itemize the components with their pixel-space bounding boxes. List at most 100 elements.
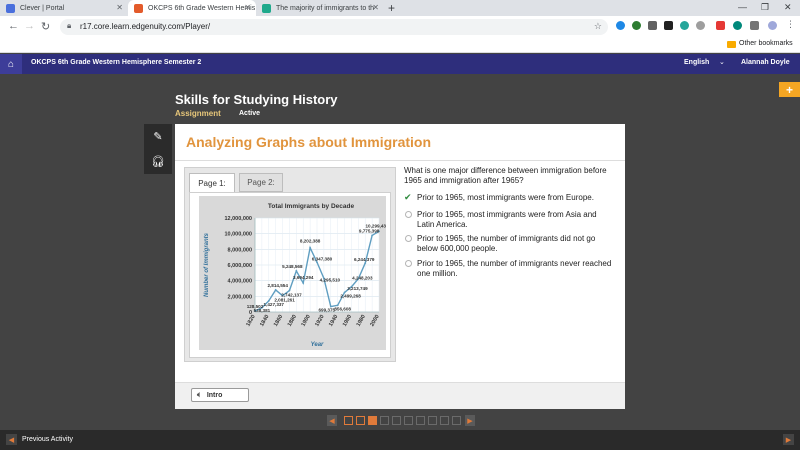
url-field[interactable]: 🔒︎ r17.core.learn.edgenuity.com/Player/ … (60, 19, 608, 35)
pager-dot[interactable] (392, 416, 401, 425)
pager-dot[interactable] (344, 416, 353, 425)
minimize-icon[interactable]: — (738, 2, 747, 12)
extension-icon[interactable] (696, 21, 705, 30)
audio-tool-button[interactable]: 🎧︎ (144, 149, 172, 174)
data-label: 2,499,268 (340, 293, 361, 298)
browser-tab-clever[interactable]: Clever | Portal ✕ (0, 0, 128, 16)
x-tick-label: 1940 (328, 314, 339, 328)
x-tick-label: 1920 (314, 314, 325, 328)
data-label: 2,742,137 (281, 293, 302, 298)
other-bookmarks-link[interactable]: Other bookmarks (739, 40, 793, 47)
data-point (274, 289, 277, 291)
bookmark-star-icon[interactable]: ☆ (594, 21, 602, 32)
extension-icon[interactable] (616, 21, 625, 30)
previous-activity-link[interactable]: Previous Activity (22, 436, 73, 443)
close-icon[interactable]: ✕ (244, 3, 251, 12)
pager-dot[interactable] (380, 416, 389, 425)
data-label: 10,299,430 (366, 223, 387, 228)
question-text: What is one major difference between imm… (404, 166, 607, 185)
browser-tab-title: OKCPS 6th Grade Western Hemis (148, 4, 256, 12)
language-select[interactable]: English (684, 59, 709, 66)
edgenuity-favicon-icon (134, 3, 143, 13)
radio-button[interactable] (405, 260, 412, 267)
menu-icon[interactable]: ⋮ (786, 19, 795, 29)
data-label: 2,814,554 (267, 283, 288, 288)
activity-card: Analyzing Graphs about Immigration Page … (175, 124, 625, 409)
user-name[interactable]: Alannah Doyle (741, 59, 790, 66)
add-button[interactable]: + (779, 82, 800, 97)
puzzle-icon[interactable] (750, 21, 759, 30)
x-tick-label: 1960 (342, 314, 353, 328)
data-label: 4,248,203 (352, 276, 373, 281)
extension-icon[interactable] (664, 21, 673, 30)
chevron-left-icon[interactable]: ◀ (6, 434, 17, 445)
chevron-right-icon[interactable]: ▶ (783, 434, 794, 445)
data-point (364, 262, 367, 264)
home-icon: ⌂ (7, 58, 15, 70)
pager-next-button[interactable]: ▶ (465, 415, 475, 426)
heart-icon[interactable] (716, 21, 725, 30)
pager-dot-current[interactable] (368, 416, 377, 425)
y-tick-label: 8,000,000 (228, 247, 252, 253)
extension-icon[interactable] (680, 21, 689, 30)
pager-dot[interactable] (440, 416, 449, 425)
page-title: Skills for Studying History (175, 92, 338, 107)
x-tick-label: 1820 (245, 314, 256, 328)
tab-page-2[interactable]: Page 2: (239, 173, 283, 192)
bookmarks-bar: Other bookmarks (0, 38, 800, 53)
x-tick-label: 1900 (301, 314, 312, 328)
data-label: 4,295,510 (320, 277, 341, 282)
tab-page-1[interactable]: Page 1: (189, 173, 235, 192)
new-tab-button[interactable]: + (388, 1, 395, 15)
x-axis-title: Year (311, 342, 324, 348)
pager-dot[interactable] (404, 416, 413, 425)
pager-dot[interactable] (452, 416, 461, 425)
x-tick-label: 1980 (356, 314, 367, 328)
data-label: 6,347,380 (312, 256, 333, 261)
x-tick-label: 1880 (287, 314, 298, 328)
browser-tab-question[interactable]: The majority of immigrants to th ✕ (256, 0, 384, 16)
back-icon[interactable]: ← (8, 20, 19, 32)
pager-dot[interactable] (416, 416, 425, 425)
line-chart: Total Immigrants by Decade02,000,0004,00… (204, 203, 389, 348)
data-label: 538,381 (254, 308, 271, 313)
data-point (295, 269, 298, 272)
radio-button[interactable] (405, 211, 412, 218)
pager-dot[interactable] (356, 416, 365, 425)
close-window-icon[interactable]: ✕ (784, 2, 792, 13)
extension-icon[interactable] (648, 21, 657, 30)
chevron-down-icon[interactable]: ⌄ (719, 58, 725, 66)
x-tick-label: 2000 (369, 314, 380, 328)
reload-icon[interactable]: ↻ (41, 20, 50, 33)
pencil-tool-button[interactable]: ✎ (144, 124, 172, 149)
data-label: 699,375 (318, 308, 335, 313)
browser-tab-title: The majority of immigrants to th (276, 4, 375, 12)
extension-icon[interactable] (733, 21, 742, 30)
radio-button[interactable] (405, 235, 412, 242)
pager-prev-button[interactable]: ◀ (327, 415, 337, 426)
restore-icon[interactable]: ❐ (761, 2, 769, 13)
pager-dot[interactable] (428, 416, 437, 425)
intro-button[interactable]: 🔈︎ Intro (191, 388, 249, 402)
browser-tab-course[interactable]: OKCPS 6th Grade Western Hemis ✕ (128, 0, 256, 16)
y-axis-title: Number of Immigrants (204, 232, 210, 297)
data-point (316, 261, 318, 264)
grammarly-icon[interactable] (632, 21, 641, 30)
answer-text: Prior to 1965, most immigrants were from… (417, 210, 597, 229)
data-label: 5,248,568 (282, 264, 303, 269)
close-icon[interactable]: ✕ (372, 3, 379, 12)
answer-text: Prior to 1965, most immigrants were from… (417, 193, 594, 202)
intro-label: Intro (206, 391, 223, 399)
home-button[interactable]: ⌂ (0, 54, 22, 74)
y-tick-label: 6,000,000 (228, 263, 252, 269)
data-label: 3,213,749 (347, 286, 368, 291)
answer-text: Prior to 1965, the number of immigrants … (417, 259, 612, 278)
forward-icon[interactable]: → (24, 20, 35, 32)
lock-icon: 🔒︎ (67, 21, 72, 30)
divider (175, 160, 625, 161)
folder-icon (727, 41, 736, 48)
y-tick-label: 12,000,000 (224, 216, 252, 222)
avatar[interactable] (768, 21, 777, 30)
data-point (288, 289, 291, 292)
close-icon[interactable]: ✕ (116, 3, 123, 12)
